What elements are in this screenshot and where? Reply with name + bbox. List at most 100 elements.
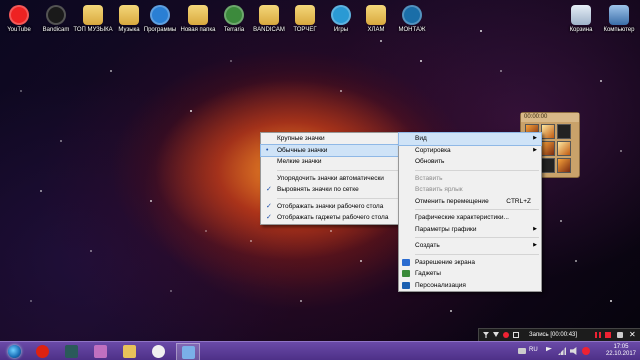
flag-icon[interactable] — [546, 347, 552, 352]
stop-icon[interactable] — [513, 332, 519, 338]
taskbar: RU 17:05 22.10.2017 — [0, 341, 640, 360]
menu-item[interactable]: Обновить — [399, 156, 541, 168]
volume-icon[interactable] — [570, 347, 577, 355]
clock-date: 22.10.2017 — [605, 351, 636, 357]
menu-item[interactable]: Разрешение экрана — [399, 257, 541, 269]
recording-toolbar[interactable]: Запись [00:00:43] ✕ — [478, 328, 640, 342]
menu-item[interactable]: ✓ Отображать значки рабочего стола — [261, 201, 411, 213]
folder-icon — [119, 5, 139, 25]
desktop-icon-label: YouTube — [7, 27, 31, 33]
menu-item[interactable]: Персонализация — [399, 280, 541, 292]
menu-item-label: Отображать гаджеты рабочего стола — [277, 214, 389, 221]
media-player-icon — [93, 345, 107, 358]
network-icon[interactable] — [558, 347, 566, 355]
taskbar-app-button[interactable] — [176, 343, 200, 360]
keyboard-icon[interactable] — [518, 348, 526, 354]
menu-item-label: Графические характеристики... — [415, 214, 509, 221]
language-indicator[interactable]: RU — [529, 347, 538, 353]
desktop-icon-recycle-bin[interactable]: Корзина — [561, 5, 601, 34]
taskbar-app-button[interactable] — [31, 343, 53, 360]
menu-item[interactable]: Вставить — [399, 173, 541, 185]
desktop-icon-6[interactable]: Terraria — [214, 5, 254, 34]
menu-item[interactable]: ✓ Выровнять значки по сетке — [261, 184, 411, 196]
desktop-icon-label: Музыка — [118, 27, 140, 33]
menu-item[interactable]: • Обычные значки — [260, 143, 412, 157]
desktop[interactable]: YouTube Bandicam ТОП МУЗЫКА Музыка Программы… — [0, 0, 640, 360]
taskbar-app-button[interactable] — [60, 343, 82, 360]
recorder-tray-icon[interactable] — [582, 347, 590, 355]
checkmark-icon: ✓ — [266, 186, 272, 193]
menu-item-label: Выровнять значки по сетке — [277, 186, 359, 193]
taskbar-app-button[interactable] — [118, 343, 140, 360]
desktop-icon-9[interactable]: Игры — [321, 5, 361, 34]
desktop-icon-label: ТОП МУЗЫКА — [73, 27, 113, 33]
start-button[interactable] — [3, 343, 25, 360]
desktop-icon-label: Компьютер — [603, 27, 635, 33]
menu-item[interactable]: Сортировка ▶ — [399, 145, 541, 157]
submenu-arrow-icon: ▶ — [533, 146, 537, 153]
menu-separator — [415, 253, 539, 255]
recycle-bin-icon — [571, 5, 591, 25]
folder-icon — [259, 5, 279, 25]
menu-item[interactable]: ✓ Отображать гаджеты рабочего стола — [261, 212, 411, 224]
windows-logo-icon — [7, 345, 21, 358]
menu-item-shortcut: CTRL+Z — [506, 197, 531, 205]
menu-item-label: Вставить — [415, 174, 443, 182]
menu-item[interactable]: Параметры графики ▶ — [399, 224, 541, 236]
desktop-icon-0[interactable]: YouTube — [0, 5, 39, 34]
menu-item[interactable]: Гаджеты — [399, 268, 541, 280]
desktop-icon-label: Новая папка — [180, 27, 216, 33]
menu-item-label: Упорядочить значки автоматически — [277, 174, 384, 182]
desktop-icon-7[interactable]: BANDICAM — [249, 5, 289, 34]
desktop-icon-11[interactable]: МОНТАЖ — [392, 5, 432, 34]
menu-item-label: Параметры графики — [415, 225, 477, 233]
menu-item[interactable]: Вставить ярлык — [399, 184, 541, 196]
desktop-icon-label: МОНТАЖ — [398, 27, 426, 33]
desktop-icon-5[interactable]: Новая папка — [178, 5, 218, 34]
filter-icon[interactable] — [483, 332, 489, 338]
desktop-icon-8[interactable]: ТОРЧЕГ — [285, 5, 325, 34]
menu-item-label: Отменить перемещение — [415, 197, 489, 205]
menu-item[interactable]: Создать ▶ — [399, 240, 541, 252]
desktop-icon-10[interactable]: ХЛАМ — [356, 5, 396, 34]
computer-icon — [609, 5, 629, 25]
taskbar-app-button[interactable] — [147, 343, 169, 360]
checkmark-icon: ✓ — [266, 202, 272, 210]
checkmark-icon: ✓ — [266, 214, 272, 221]
desktop-icon-1[interactable]: Bandicam — [36, 5, 76, 34]
menu-item[interactable]: Мелкие значки — [261, 156, 411, 168]
bandicam-icon — [46, 5, 66, 25]
desktop-icon-2[interactable]: ТОП МУЗЫКА — [73, 5, 113, 34]
menu-item[interactable]: Упорядочить значки автоматически — [261, 173, 411, 185]
pause-icon[interactable] — [595, 332, 601, 338]
close-icon[interactable]: ✕ — [629, 331, 636, 339]
desktop-icon-label: Bandicam — [42, 27, 70, 33]
desktop-icon-label: BANDICAM — [253, 27, 285, 33]
taskbar-app-button[interactable] — [89, 343, 111, 360]
screenshot-icon[interactable] — [617, 332, 623, 338]
menu-item-label: Обновить — [415, 158, 445, 165]
menu-item-icon — [402, 258, 410, 266]
desktop-icon-4[interactable]: Программы — [140, 5, 180, 34]
gadget-title: 00:00:00 — [521, 113, 579, 122]
menu-item[interactable]: Отменить перемещение CTRL+Z — [399, 196, 541, 208]
yandex-icon — [151, 345, 165, 358]
menu-item-label: Вид — [415, 135, 427, 142]
clock-time: 17:05 — [613, 344, 629, 350]
record-icon[interactable] — [503, 332, 509, 338]
clock[interactable]: 17:05 22.10.2017 — [606, 344, 636, 358]
menu-item[interactable]: Крупные значки — [261, 133, 411, 145]
desktop-icon-label: Игры — [333, 27, 349, 33]
menu-item-label: Гаджеты — [415, 270, 441, 277]
menu-item-label: Вставить ярлык — [415, 186, 463, 193]
menu-item[interactable]: Вид ▶ — [398, 132, 542, 146]
view-submenu: Крупные значки • Обычные значки Мелкие знач… — [260, 132, 412, 225]
folder-icon — [188, 5, 208, 25]
hide-icon[interactable] — [493, 332, 499, 337]
stop-record-icon[interactable] — [605, 332, 611, 338]
terraria-icon — [224, 5, 244, 25]
programs-icon — [150, 5, 170, 25]
opera-icon — [35, 345, 49, 358]
menu-item[interactable]: Графические характеристики... — [399, 212, 541, 224]
desktop-icon-computer[interactable]: Компьютер — [599, 5, 639, 34]
